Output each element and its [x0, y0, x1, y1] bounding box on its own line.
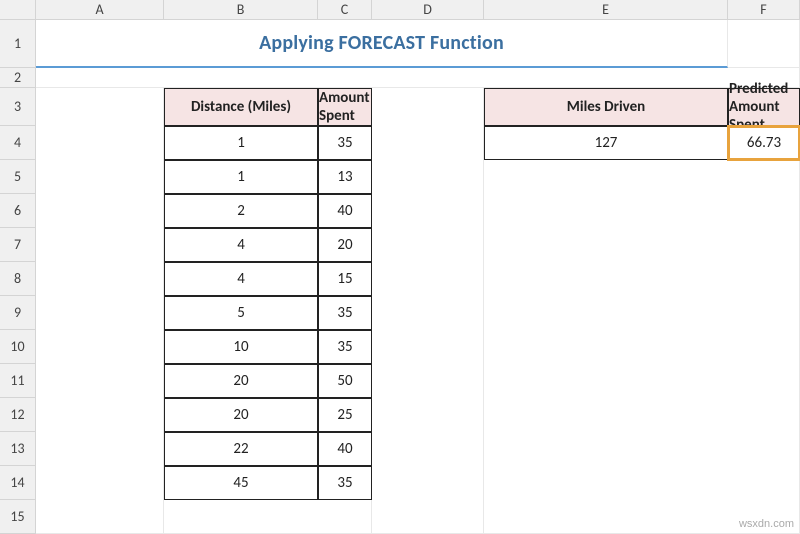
cell-blank[interactable] [36, 88, 164, 534]
t1-r11-c1[interactable]: 45 [164, 466, 318, 500]
t1-r2-c1[interactable]: 1 [164, 160, 318, 194]
row-head-1[interactable]: 1 [0, 20, 36, 68]
t2-r1-c1[interactable]: 127 [484, 126, 728, 160]
cell-blank[interactable] [372, 88, 484, 534]
col-head-D[interactable]: D [372, 0, 484, 20]
row-head-11[interactable]: 11 [0, 364, 36, 398]
row-head-15[interactable]: 15 [0, 500, 36, 534]
col-head-C[interactable]: C [318, 0, 372, 20]
t1-r8-c1[interactable]: 20 [164, 364, 318, 398]
t1-r10-c1[interactable]: 22 [164, 432, 318, 466]
row-head-5[interactable]: 5 [0, 160, 36, 194]
t1-head-distance[interactable]: Distance (Miles) [164, 88, 318, 126]
row-head-7[interactable]: 7 [0, 228, 36, 262]
t1-r3-c1[interactable]: 2 [164, 194, 318, 228]
t1-r9-c2[interactable]: 25 [318, 398, 372, 432]
cell-blank[interactable] [484, 160, 800, 534]
watermark: wsxdn.com [739, 518, 794, 530]
t2-head-predicted[interactable]: Predicted Amount Spent [728, 88, 800, 126]
t2-head-miles[interactable]: Miles Driven [484, 88, 728, 126]
cell-blank[interactable] [36, 68, 800, 88]
row-head-3[interactable]: 3 [0, 88, 36, 126]
row-head-13[interactable]: 13 [0, 432, 36, 466]
row-head-4[interactable]: 4 [0, 126, 36, 160]
t1-r4-c2[interactable]: 20 [318, 228, 372, 262]
t1-r6-c2[interactable]: 35 [318, 296, 372, 330]
t1-r11-c2[interactable]: 35 [318, 466, 372, 500]
row-head-9[interactable]: 9 [0, 296, 36, 330]
t2-r1-c2-selected[interactable]: 66.73 [728, 126, 800, 160]
t1-r7-c2[interactable]: 35 [318, 330, 372, 364]
t1-r5-c1[interactable]: 4 [164, 262, 318, 296]
col-head-B[interactable]: B [164, 0, 318, 20]
t1-r1-c2[interactable]: 35 [318, 126, 372, 160]
cell-blank[interactable] [164, 500, 372, 534]
t1-r4-c1[interactable]: 4 [164, 228, 318, 262]
row-head-12[interactable]: 12 [0, 398, 36, 432]
t1-r8-c2[interactable]: 50 [318, 364, 372, 398]
t1-r3-c2[interactable]: 40 [318, 194, 372, 228]
col-head-F[interactable]: F [728, 0, 800, 20]
select-all-corner[interactable] [0, 0, 36, 20]
row-head-14[interactable]: 14 [0, 466, 36, 500]
col-head-A[interactable]: A [36, 0, 164, 20]
t1-head-amount[interactable]: Amount Spent [318, 88, 372, 126]
t1-r2-c2[interactable]: 13 [318, 160, 372, 194]
row-head-2[interactable]: 2 [0, 68, 36, 88]
t1-r1-c1[interactable]: 1 [164, 126, 318, 160]
t1-r5-c2[interactable]: 15 [318, 262, 372, 296]
col-head-E[interactable]: E [484, 0, 728, 20]
row-head-10[interactable]: 10 [0, 330, 36, 364]
t1-r7-c1[interactable]: 10 [164, 330, 318, 364]
spreadsheet-grid[interactable]: A B C D E F 1 2 3 4 5 6 7 8 9 10 11 12 1… [0, 0, 800, 534]
t1-r9-c1[interactable]: 20 [164, 398, 318, 432]
t1-r6-c1[interactable]: 5 [164, 296, 318, 330]
row-head-6[interactable]: 6 [0, 194, 36, 228]
sheet-title[interactable]: Applying FORECAST Function [36, 20, 728, 68]
t1-r10-c2[interactable]: 40 [318, 432, 372, 466]
row-head-8[interactable]: 8 [0, 262, 36, 296]
